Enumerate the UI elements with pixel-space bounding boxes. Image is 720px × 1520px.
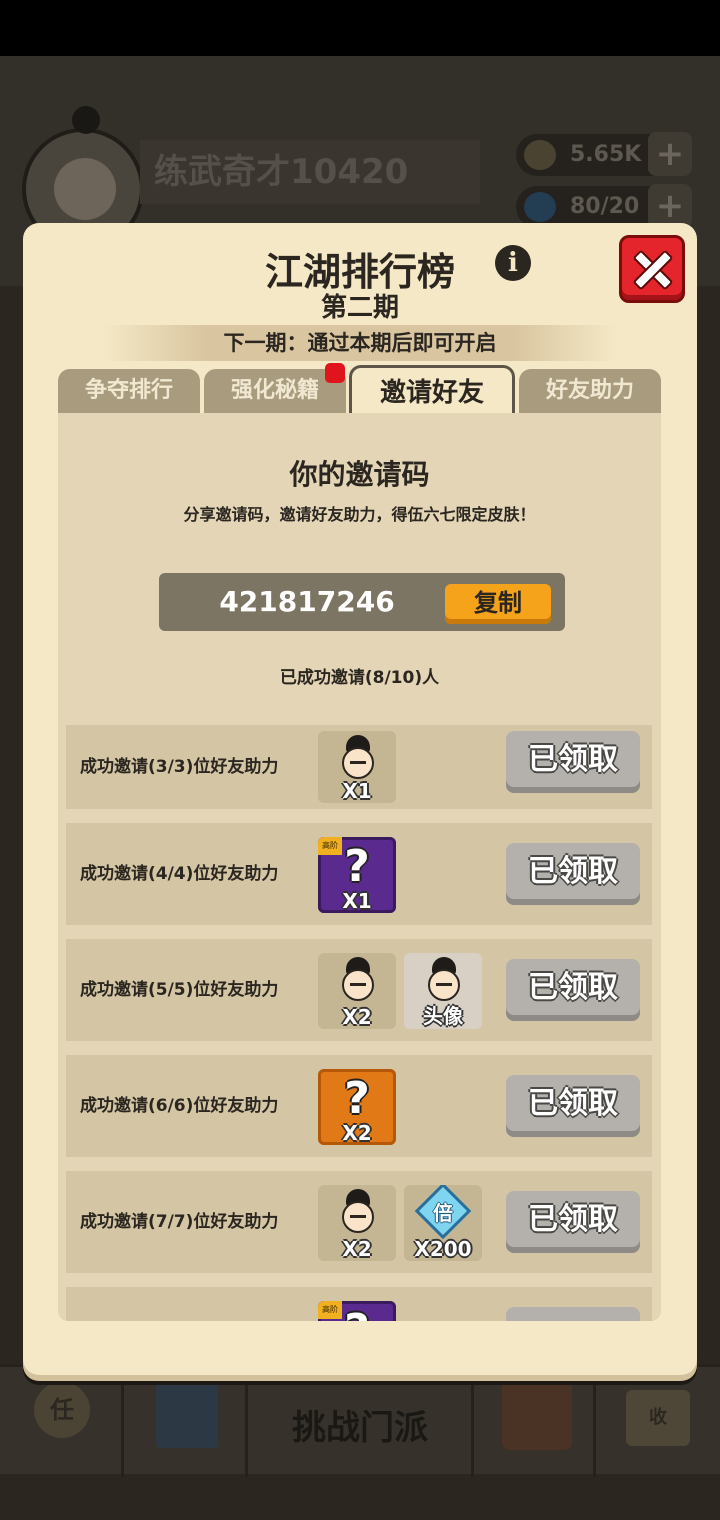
house-icon (502, 1380, 572, 1450)
character-fragment-icon (338, 735, 378, 783)
multiplier-symbol: 倍 (433, 1201, 453, 1225)
reward-qty: X2 (342, 1237, 372, 1261)
reward-fragment[interactable]: X2 (318, 1185, 396, 1261)
avatar-face (54, 158, 116, 220)
coin-value: 5.65K (570, 142, 642, 167)
coin-icon (524, 140, 556, 170)
reward-multiplier[interactable]: 倍 X200 (404, 1185, 482, 1261)
task-row: 成功邀请(7/7)位好友助力 X2 倍 X200 已领取 (66, 1171, 652, 1273)
invite-code: 421817246 (219, 585, 395, 618)
task-label: 成功邀请(7/7)位好友助力 (80, 1212, 279, 1232)
task-icon: 任 (34, 1382, 90, 1438)
next-period-banner: 下一期：通过本期后即可开启 (103, 325, 617, 361)
task-row: 成功邀请(6/6)位好友助力 ? X2 已领取 (66, 1055, 652, 1157)
ranking-panel: 江湖排行榜 i 第二期 下一期：通过本期后即可开启 争夺排行 强化秘籍 邀请好友… (23, 223, 697, 1375)
task-row: 高阶 ? (66, 1287, 652, 1321)
energy-value: 80/20 (570, 194, 640, 219)
reward-qty: X200 (414, 1237, 472, 1261)
character-fragment-icon (338, 957, 378, 1005)
claimed-button[interactable]: 已领取 (506, 959, 640, 1021)
receive-icon: 收 (626, 1390, 690, 1446)
tab-ranking[interactable]: 争夺排行 (58, 369, 200, 413)
tab-friend-help[interactable]: 好友助力 (519, 369, 661, 413)
reward-mystery-purple[interactable]: 高阶 ? X1 (318, 837, 396, 913)
task-label: 成功邀请(5/5)位好友助力 (80, 980, 279, 1000)
claimed-button[interactable]: 已领取 (506, 843, 640, 905)
reward-qty: X2 (342, 1005, 372, 1029)
add-energy-button[interactable]: + (648, 184, 692, 228)
panel-subtitle: 第二期 (320, 293, 399, 323)
reward-qty: X1 (342, 779, 372, 803)
claimed-button[interactable]: 已领取 (506, 1191, 640, 1253)
question-mark-icon: ? (318, 1305, 396, 1321)
invite-progress: 已成功邀请(8/10)人 (279, 668, 440, 688)
reward-portrait[interactable]: 头像 (404, 953, 482, 1029)
reward-fragment[interactable]: X2 (318, 953, 396, 1029)
question-mark-icon: ? (344, 841, 370, 892)
task-label: 成功邀请(4/4)位好友助力 (80, 864, 279, 884)
reward-qty: X1 (342, 889, 372, 913)
close-button[interactable] (619, 235, 685, 303)
reward-mystery-orange[interactable]: ? X2 (318, 1069, 396, 1145)
claimed-button[interactable]: 已领取 (506, 731, 640, 793)
question-mark-icon: ? (344, 1073, 370, 1124)
tab-invite-friends[interactable]: 邀请好友 (349, 365, 515, 417)
task-label: 成功邀请(3/3)位好友助力 (80, 757, 279, 777)
gem-icon (524, 192, 556, 222)
add-coins-button[interactable]: + (648, 132, 692, 176)
player-name: 练武奇才10420 (140, 140, 480, 204)
info-icon[interactable]: i (495, 245, 531, 281)
reward-qty: X2 (342, 1121, 372, 1145)
invite-description: 分享邀请码，邀请好友助力，得伍六七限定皮肤！ (183, 505, 536, 524)
task-row: 成功邀请(3/3)位好友助力 X1 已领取 (66, 725, 652, 809)
task-label: 成功邀请(6/6)位好友助力 (80, 1096, 279, 1116)
status-bar (0, 0, 720, 56)
avatar-hair-bun (72, 106, 100, 134)
invite-code-title: 你的邀请码 (289, 458, 430, 491)
portrait-avatar-icon (424, 957, 464, 1005)
book-icon (156, 1368, 218, 1448)
invite-content: 你的邀请码 分享邀请码，邀请好友助力，得伍六七限定皮肤！ 421817246 复… (58, 413, 661, 1321)
claimed-button[interactable] (506, 1307, 640, 1321)
task-row: 成功邀请(4/4)位好友助力 高阶 ? X1 已领取 (66, 823, 652, 925)
challenge-label: 挑战门派 (292, 1408, 428, 1448)
character-fragment-icon (338, 1189, 378, 1237)
reward-qty: 头像 (423, 1004, 463, 1028)
task-row: 成功邀请(5/5)位好友助力 X2 头像 已领取 (66, 939, 652, 1041)
notification-dot (325, 363, 345, 383)
coin-counter: 5.65K + (516, 132, 692, 176)
reward-fragment[interactable]: X1 (318, 731, 396, 803)
claimed-button[interactable]: 已领取 (506, 1075, 640, 1137)
energy-counter: 80/20 + (516, 184, 692, 228)
copy-button[interactable]: 复制 (445, 584, 551, 624)
reward-mystery-purple[interactable]: 高阶 ? (318, 1301, 396, 1321)
invite-code-box: 421817246 复制 (159, 573, 565, 631)
